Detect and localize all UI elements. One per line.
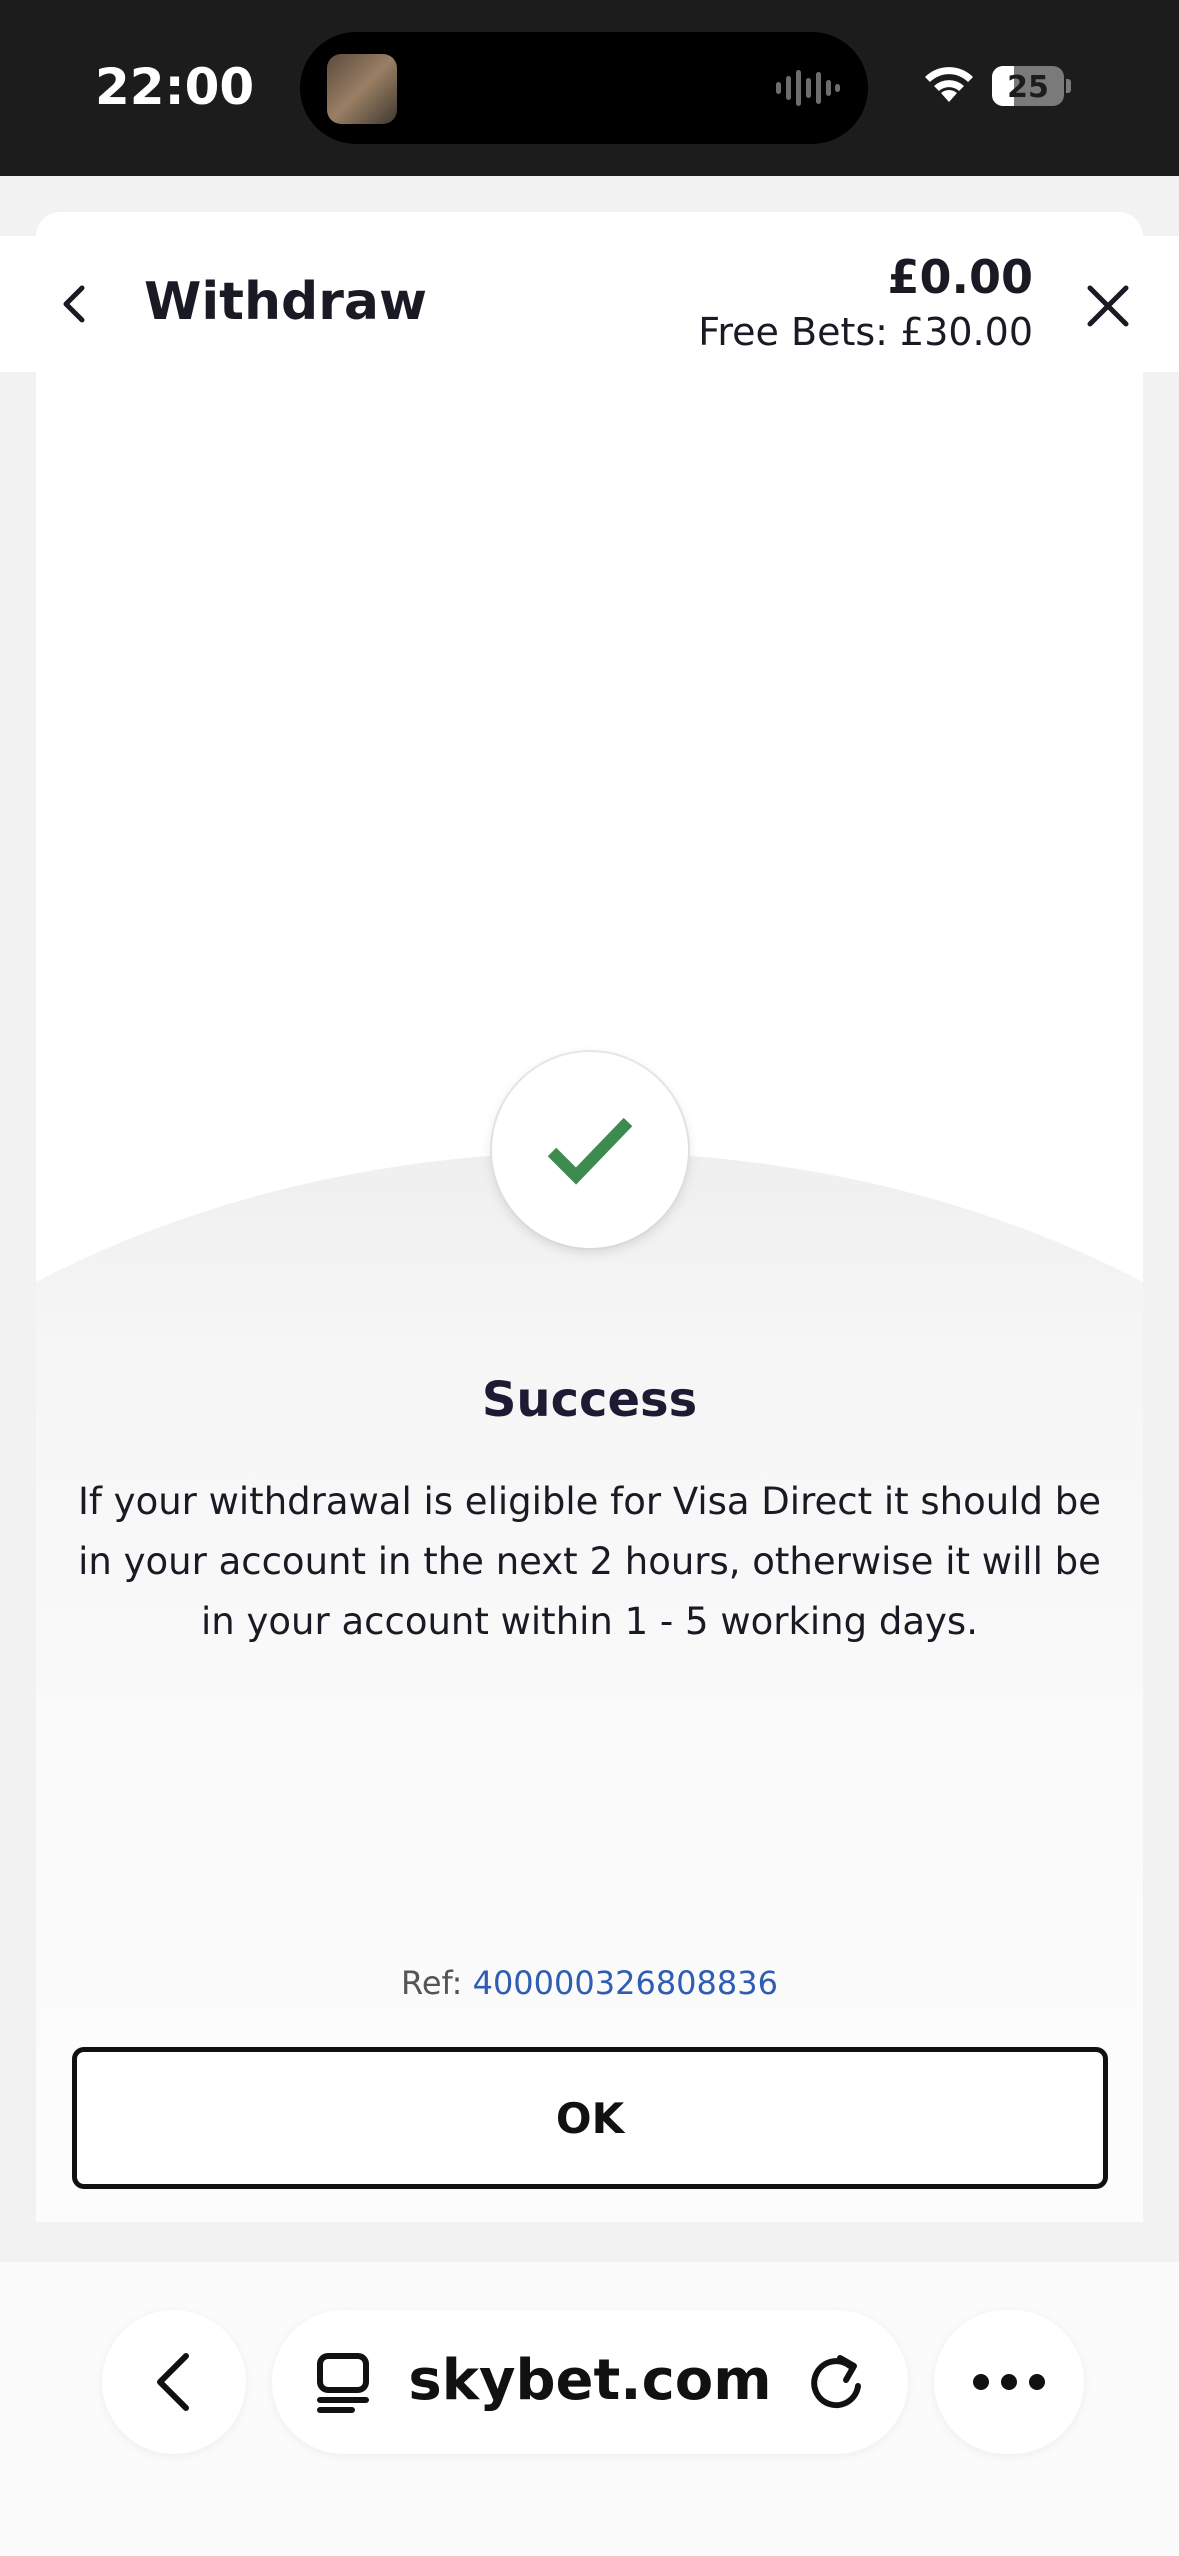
more-icon — [973, 2374, 1045, 2390]
battery-icon: 25 — [992, 66, 1072, 106]
success-title: Success — [481, 1372, 698, 1428]
now-playing-thumbnail — [327, 54, 397, 124]
status-bar: 22:00 25 — [0, 0, 1179, 176]
free-bets-balance: Free Bets: £30.00 — [698, 310, 1033, 354]
reference-number[interactable]: 400000326808836 — [473, 1964, 778, 2002]
ok-button[interactable]: OK — [72, 2047, 1108, 2189]
wifi-icon — [925, 67, 973, 102]
status-time: 22:00 — [95, 58, 255, 116]
back-arrow-icon — [157, 2353, 189, 2411]
account-balance: £0.00 Free Bets: £30.00 — [698, 250, 1033, 354]
balance-amount: £0.00 — [887, 250, 1033, 304]
success-message: If your withdrawal is eligible for Visa … — [77, 1480, 1101, 1643]
close-icon[interactable] — [1080, 278, 1136, 334]
checkmark-icon — [547, 1117, 633, 1185]
more-button[interactable] — [934, 2310, 1084, 2454]
success-badge — [492, 1052, 688, 1248]
chevron-left-icon[interactable] — [48, 276, 104, 332]
dynamic-island — [300, 32, 868, 144]
battery-level: 25 — [1007, 70, 1049, 105]
reference-label: Ref: — [401, 1964, 463, 2002]
audio-wave-icon — [776, 70, 840, 106]
success-panel: Success If your withdrawal is eligible f… — [36, 372, 1143, 2222]
reload-icon[interactable] — [806, 2352, 866, 2412]
browser-back-button[interactable] — [102, 2310, 246, 2454]
page-title: Withdraw — [144, 272, 428, 332]
reference-line: Ref: 400000326808836 — [36, 1964, 1143, 2002]
browser-toolbar: skybet.com — [0, 2262, 1179, 2556]
withdraw-header: Withdraw £0.00 Free Bets: £30.00 — [0, 236, 1179, 372]
address-bar[interactable]: skybet.com — [272, 2310, 908, 2454]
